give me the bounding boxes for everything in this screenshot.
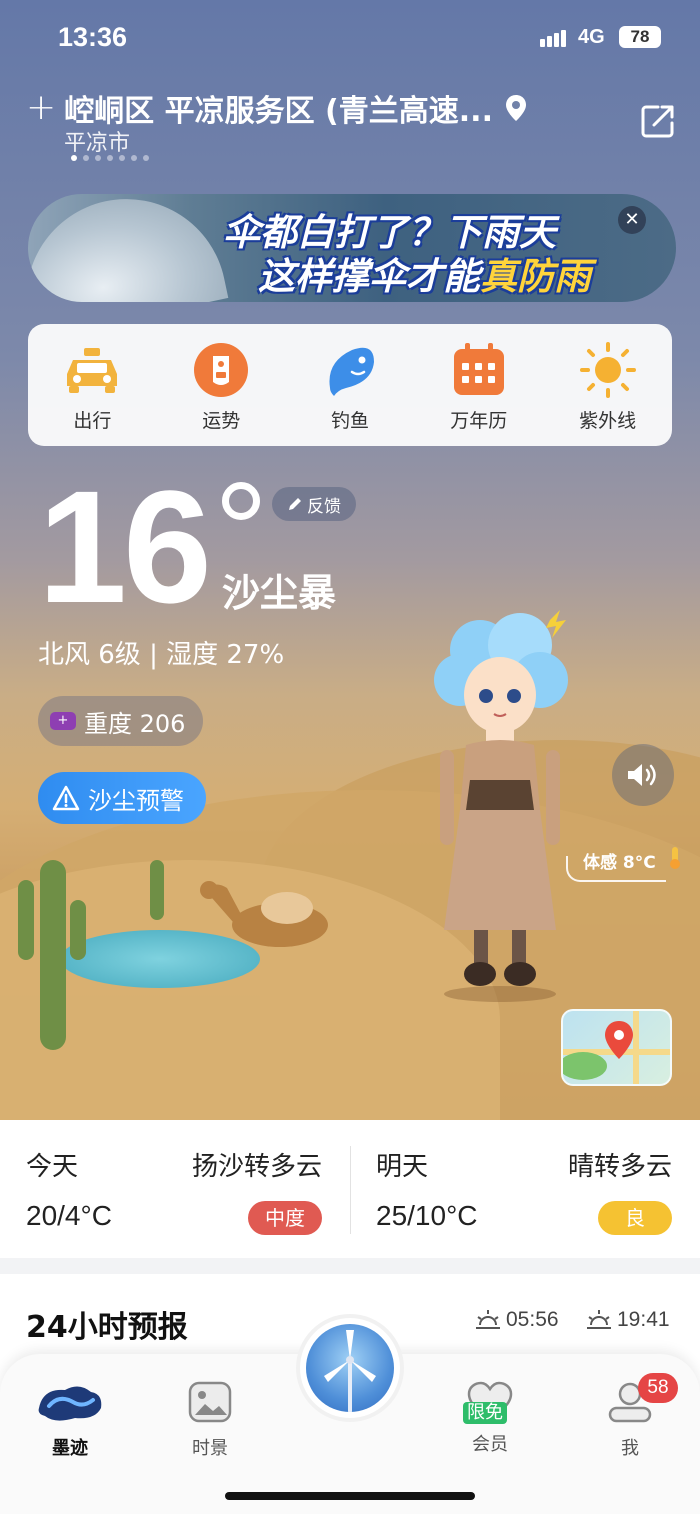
daily-summary: 今天 扬沙转多云 20/4°C 中度 明天 晴转多云 25/10°C 良 — [0, 1120, 700, 1258]
quick-action-label: 万年历 — [450, 410, 508, 432]
tab-label: 墨迹 — [52, 1438, 88, 1459]
camel-illustration — [200, 881, 328, 947]
cactus-decoration — [150, 860, 164, 920]
cactus-decoration — [40, 860, 66, 1050]
status-bar: 13:36 4G 78 — [0, 0, 700, 76]
umbrella-image — [28, 194, 229, 302]
wind-humidity: 北风 6级 | 湿度 27% — [38, 640, 285, 670]
cactus-decoration — [18, 880, 34, 960]
speaker-button[interactable] — [612, 744, 674, 806]
quick-action-label: 运势 — [202, 410, 241, 432]
member-icon: 限免 — [463, 1380, 515, 1424]
banner-close-icon[interactable]: ✕ — [618, 206, 646, 234]
pencil-icon — [289, 498, 301, 510]
member-free-tag: 限免 — [463, 1402, 507, 1424]
quick-action-fortune[interactable]: 运势 — [157, 324, 286, 446]
sunrise-icon — [476, 1310, 500, 1329]
tab-member[interactable]: 限免 会员 — [440, 1380, 540, 1456]
wind-turbine-icon — [306, 1324, 394, 1412]
mask-icon: + — [50, 712, 76, 730]
today-label: 今天 — [26, 1152, 79, 1182]
promo-banner[interactable]: 伞都白打了？下雨天 这样撑伞才能真防雨 ✕ — [28, 194, 676, 302]
quick-action-travel[interactable]: 出行 — [28, 324, 157, 446]
banner-line2-prefix: 这样撑伞才能 — [258, 255, 480, 298]
tomorrow-summary[interactable]: 明天 晴转多云 25/10°C 良 — [350, 1120, 700, 1258]
tab-label: 我 — [621, 1438, 639, 1459]
map-thumbnail[interactable] — [561, 1009, 672, 1086]
fortune-icon — [191, 340, 251, 400]
tab-moji[interactable]: 墨迹 — [20, 1380, 120, 1460]
tomorrow-weather: 晴转多云 — [567, 1152, 672, 1182]
feedback-button[interactable]: 反馈 — [272, 487, 356, 521]
share-icon[interactable] — [640, 103, 676, 139]
status-time: 13:36 — [58, 22, 128, 52]
sunrise-time: 05:56 — [506, 1308, 559, 1331]
sun-icon — [578, 340, 638, 400]
home-indicator — [225, 1492, 475, 1500]
tomorrow-aqi-badge: 良 — [598, 1201, 672, 1235]
notification-badge: 58 — [638, 1373, 678, 1403]
location-header[interactable]: + 崆峒区 平凉服务区 (青兰高速... — [26, 86, 527, 130]
battery-icon: 78 — [619, 26, 661, 48]
page-indicator — [71, 155, 149, 161]
quick-action-label: 紫外线 — [579, 410, 637, 432]
tab-label: 会员 — [472, 1434, 508, 1455]
warning-label: 沙尘预警 — [88, 786, 184, 815]
tab-label: 时景 — [192, 1438, 228, 1459]
today-aqi-badge: 中度 — [248, 1201, 322, 1235]
sunset-time: 19:41 — [617, 1308, 670, 1331]
sunset-icon — [587, 1310, 611, 1329]
photo-icon — [188, 1381, 232, 1423]
calendar-icon — [449, 340, 509, 400]
tomorrow-temp-range: 25/10°C — [376, 1200, 478, 1231]
air-quality-badge[interactable]: + 重度 206 — [38, 696, 204, 746]
quick-action-label: 钓鱼 — [330, 410, 369, 432]
banner-line2-highlight: 真防雨 — [480, 255, 591, 298]
today-temp-range: 20/4°C — [26, 1200, 112, 1231]
quick-action-calendar[interactable]: 万年历 — [414, 324, 543, 446]
add-city-icon[interactable]: + — [26, 90, 56, 126]
banner-line2: 这样撑伞才能真防雨 — [258, 246, 591, 300]
speaker-icon — [628, 764, 656, 786]
today-summary[interactable]: 今天 扬沙转多云 20/4°C 中度 — [0, 1120, 350, 1258]
location-title: 崆峒区 平凉服务区 (青兰高速... — [64, 94, 493, 129]
feedback-label: 反馈 — [307, 496, 341, 517]
center-scene-button[interactable] — [300, 1318, 400, 1418]
sunset: 19:41 — [585, 1308, 670, 1332]
moji-logo-icon — [38, 1386, 102, 1421]
today-weather: 扬沙转多云 — [191, 1152, 322, 1182]
quick-action-label: 出行 — [73, 410, 112, 432]
tab-scenery[interactable]: 时景 — [160, 1380, 260, 1460]
aqi-value: 重度 206 — [84, 709, 186, 738]
network-type: 4G — [578, 26, 605, 48]
weather-hero: 13:36 4G 78 + 崆峒区 平凉服务区 (青兰高速... 平凉市 伞都白… — [0, 0, 700, 1120]
tomorrow-label: 明天 — [376, 1152, 429, 1182]
location-city: 平凉市 — [64, 131, 131, 156]
thermometer-icon — [670, 847, 680, 869]
current-condition: 沙尘暴 — [222, 571, 337, 615]
avatar-character[interactable] — [410, 610, 590, 1010]
degree-symbol — [222, 482, 260, 520]
quick-action-uv[interactable]: 紫外线 — [543, 324, 672, 446]
dust-warning-button[interactable]: 沙尘预警 — [38, 772, 206, 824]
sunrise: 05:56 — [474, 1308, 559, 1332]
fish-icon — [320, 340, 380, 400]
map-pin-icon — [563, 1011, 670, 1084]
hourly-title: 24小时预报 — [26, 1310, 188, 1345]
warning-icon — [52, 785, 80, 811]
signal-icon — [540, 30, 568, 51]
taxi-icon — [62, 340, 122, 400]
quick-action-fishing[interactable]: 钓鱼 — [286, 324, 415, 446]
cactus-decoration — [70, 900, 86, 960]
quick-actions: 出行 运势 钓鱼 万年历 紫外线 — [28, 324, 672, 446]
feels-like: 体感 8°C — [583, 853, 656, 873]
location-pin-icon — [505, 95, 526, 121]
current-temperature: 16 — [38, 457, 212, 636]
